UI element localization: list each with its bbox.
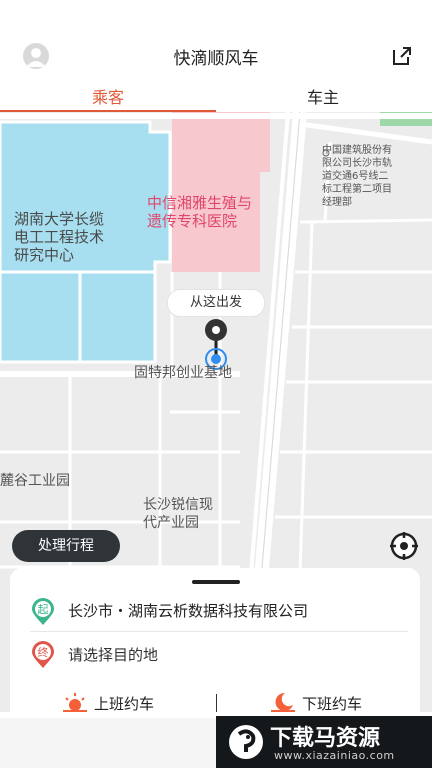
app-header: 快滴顺风车 乘客 车主: [0, 0, 432, 112]
process-trip-button[interactable]: 处理行程: [12, 530, 120, 562]
commute-home-label: 下班约车: [302, 695, 363, 713]
tab-passenger[interactable]: 乘客: [92, 84, 124, 108]
watermark-title: 下载马资源: [270, 726, 381, 751]
start-location[interactable]: 长沙市・湖南云析数据科技有限公司: [68, 600, 308, 621]
share-icon[interactable]: [390, 44, 414, 68]
watermark-url: www.xiazainiao.com: [274, 749, 395, 762]
row-divider: [30, 631, 408, 632]
locate-icon[interactable]: [388, 530, 420, 562]
commute-home-button[interactable]: 下班约车: [270, 690, 380, 716]
end-marker-icon: 终: [30, 641, 56, 673]
end-badge: 终: [38, 645, 49, 659]
map-label-hospital: 中信湘雅生殖与 遗传专科医院: [147, 194, 253, 230]
page-title: 快滴顺风车: [173, 49, 259, 69]
map-label-ruixin: 长沙锐信现 代产业园: [143, 497, 213, 531]
watermark-logo-icon: [226, 722, 266, 762]
from-here-tooltip[interactable]: 从这出发: [167, 289, 265, 317]
destination-input[interactable]: 请选择目的地: [68, 644, 158, 665]
start-marker-icon: 起: [30, 598, 56, 630]
map-label-university: 湖南大学长缆 电工工程技术 研究中心: [14, 210, 105, 264]
commute-to-work-label: 上班约车: [94, 695, 155, 713]
map-label-gutebang: 固特邦创业基地: [134, 365, 232, 381]
action-divider: [216, 694, 217, 712]
tab-driver[interactable]: 车主: [307, 84, 339, 108]
sunrise-icon: [62, 691, 88, 717]
drag-handle[interactable]: [192, 580, 240, 584]
moon-icon: [270, 691, 296, 717]
map-label-cscec: 中国建筑股份有 限公司长沙市轨 道交通6号线二 标工程第二项目 经理部: [322, 145, 392, 208]
commute-to-work-button[interactable]: 上班约车: [62, 690, 172, 716]
bottom-fill: [0, 718, 216, 768]
start-badge: 起: [38, 603, 49, 616]
map-label-lugu: 麓谷工业园: [0, 473, 70, 489]
